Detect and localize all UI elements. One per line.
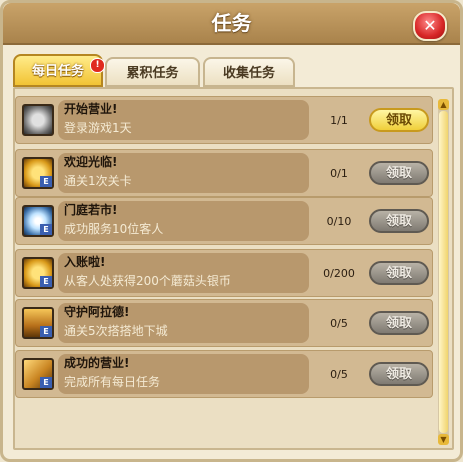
task-row: E 入账啦! 从客人处获得200个蘑菇头银币 0/200 领取 [15,249,433,297]
claim-button[interactable]: 领取 [369,209,429,233]
coin-icon: E [22,157,54,189]
task-description: 登录游戏1天 [64,121,132,135]
trophy-icon: E [22,358,54,390]
claim-button[interactable]: 领取 [369,261,429,285]
task-description: 通关5次搭搭地下城 [64,324,168,338]
task-name: 欢迎光临! [64,155,118,169]
scrollbar[interactable]: ▲ ▼ [438,99,449,445]
window-title: 任务 [211,11,252,35]
task-description: 成功服务10位客人 [64,222,164,236]
tab-collection-tasks[interactable]: 收集任务 [203,57,295,87]
task-row: E 门庭若市! 成功服务10位客人 0/10 领取 [15,197,433,245]
e-tag-icon: E [40,377,52,388]
task-progress: 0/5 [330,368,348,381]
scroll-up-icon[interactable]: ▲ [438,99,449,110]
task-name: 入账啦! [64,255,106,269]
scrollbar-thumb[interactable] [439,111,448,433]
close-icon: ✕ [423,16,437,35]
task-progress: 1/1 [330,114,348,127]
task-row: E 守护阿拉德! 通关5次搭搭地下城 0/5 领取 [15,299,433,347]
task-progress: 0/200 [323,267,355,280]
e-tag-icon: E [40,326,52,337]
task-description: 从客人处获得200个蘑菇头银币 [64,274,231,288]
claim-button[interactable]: 领取 [369,311,429,335]
task-description: 完成所有每日任务 [64,375,161,389]
coin-icon: E [22,257,54,289]
coin-icon [22,104,54,136]
task-name: 门庭若市! [64,203,118,217]
task-name: 开始营业! [64,102,118,116]
treasure-chest-icon: E [22,307,54,339]
tab-daily-tasks[interactable]: 每日任务 [13,54,103,87]
notification-badge: ! [90,58,105,73]
tab-cumulative-tasks[interactable]: 累积任务 [105,57,200,87]
task-name: 成功的营业! [64,356,130,370]
claim-button[interactable]: 领取 [369,161,429,185]
close-button[interactable]: ✕ [413,11,447,41]
task-progress: 0/1 [330,167,348,180]
task-row: E 成功的营业! 完成所有每日任务 0/5 领取 [15,350,433,398]
task-row: 开始营业! 登录游戏1天 1/1 领取 [15,96,433,144]
scroll-down-icon[interactable]: ▼ [438,434,449,445]
star-burst-icon: E [22,205,54,237]
e-tag-icon: E [40,276,52,287]
task-progress: 0/10 [326,215,352,228]
task-description: 通关1次关卡 [64,174,132,188]
e-tag-icon: E [40,224,52,235]
task-progress: 0/5 [330,317,348,330]
e-tag-icon: E [40,176,52,187]
claim-button[interactable]: 领取 [369,362,429,386]
task-name: 守护阿拉德! [64,305,130,319]
task-row: E 欢迎光临! 通关1次关卡 0/1 领取 [15,149,433,197]
claim-button[interactable]: 领取 [369,108,429,132]
